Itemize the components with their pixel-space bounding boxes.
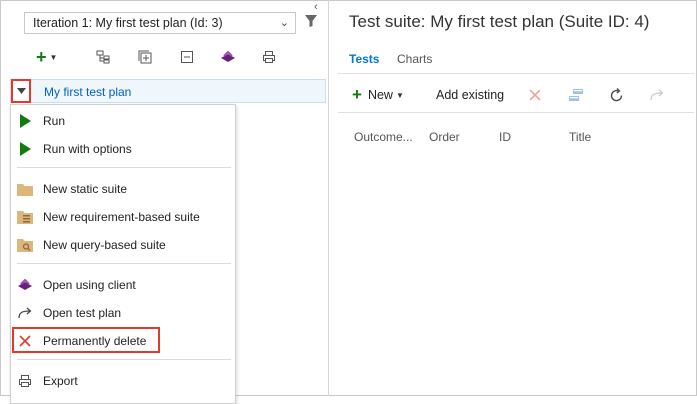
iteration-select-value: Iteration 1: My first test plan (Id: 3) — [33, 16, 223, 30]
caret-down-icon: ▼ — [395, 90, 404, 100]
menu-item-new-query-suite[interactable]: New query-based suite — [11, 233, 235, 257]
left-pane: ‹ Iteration 1: My first test plan (Id: 3… — [0, 0, 328, 404]
requirement-suite-icon — [17, 209, 33, 225]
new-test-label: New — [367, 88, 393, 102]
assign-configurations-button[interactable] — [568, 84, 584, 106]
chevron-down-icon: ⌄ — [279, 17, 289, 29]
menu-separator — [17, 167, 231, 168]
menu-item-label: Run — [43, 114, 66, 128]
menu-item-label: New static suite — [43, 182, 128, 196]
menu-separator — [17, 359, 231, 360]
print-button[interactable] — [262, 46, 276, 68]
client-icon — [17, 277, 33, 293]
toolbar-divider — [338, 112, 694, 113]
tab-tests[interactable]: Tests — [349, 52, 379, 66]
menu-item-run-with-options[interactable]: Run with options — [11, 137, 235, 161]
menu-item-label: New query-based suite — [43, 238, 166, 252]
menu-item-label: Open using client — [43, 278, 136, 292]
open-client-button[interactable] — [220, 46, 236, 68]
remove-x-icon — [529, 89, 541, 101]
test-plan-label: My first test plan — [44, 85, 132, 99]
menu-item-label: Export — [43, 374, 78, 388]
column-header-order[interactable]: Order — [429, 130, 460, 144]
folder-icon — [17, 181, 33, 197]
menu-item-open-using-client[interactable]: Open using client — [11, 273, 235, 297]
menu-item-label: New requirement-based suite — [43, 210, 200, 224]
collapse-pane-icon[interactable]: ‹ — [314, 1, 318, 13]
new-suite-button[interactable]: + ▼ — [36, 46, 57, 68]
open-arrow-icon — [650, 89, 664, 101]
plus-box-icon — [138, 50, 152, 64]
column-header-outcome[interactable]: Outcome... — [354, 130, 413, 144]
client-icon — [221, 50, 235, 62]
menu-item-run[interactable]: Run — [11, 109, 235, 133]
page-title: Test suite: My first test plan (Suite ID… — [349, 12, 650, 31]
minus-box-icon — [181, 51, 193, 63]
caret-down-icon: ▼ — [49, 52, 58, 62]
remove-button[interactable] — [529, 84, 541, 106]
context-menu: Run Run with options New static suite Ne… — [10, 104, 236, 404]
query-suite-icon — [17, 237, 33, 253]
play-icon — [17, 141, 33, 157]
open-arrow-icon — [17, 305, 33, 321]
context-menu-toggle[interactable] — [11, 79, 31, 103]
new-test-button[interactable]: + New ▼ — [352, 84, 404, 106]
expand-all-button[interactable] — [96, 46, 110, 68]
plus-icon: + — [352, 85, 362, 104]
expand-button[interactable] — [138, 46, 152, 68]
play-icon — [17, 113, 33, 129]
column-header-title[interactable]: Title — [569, 130, 591, 144]
menu-item-open-test-plan[interactable]: Open test plan — [11, 301, 235, 325]
add-existing-button[interactable]: Add existing — [436, 84, 504, 106]
tree-expand-icon — [96, 50, 110, 64]
iteration-select[interactable]: Iteration 1: My first test plan (Id: 3) … — [24, 12, 296, 34]
menu-item-label: Run with options — [43, 142, 132, 156]
tree-row-test-plan[interactable]: My first test plan — [10, 79, 326, 103]
refresh-button[interactable] — [609, 84, 624, 106]
menu-separator — [17, 263, 231, 264]
column-header-id[interactable]: ID — [499, 130, 511, 144]
pane-divider[interactable] — [328, 0, 329, 396]
menu-item-new-requirement-suite[interactable]: New requirement-based suite — [11, 205, 235, 229]
configuration-icon — [569, 89, 583, 101]
tab-charts[interactable]: Charts — [397, 52, 432, 66]
print-icon — [17, 373, 33, 389]
open-in-client-button[interactable] — [650, 84, 664, 106]
menu-item-new-static-suite[interactable]: New static suite — [11, 177, 235, 201]
collapse-button[interactable] — [180, 46, 194, 68]
caret-down-icon — [16, 88, 26, 94]
delete-highlight-box — [12, 327, 160, 353]
menu-item-label: Open test plan — [43, 306, 122, 320]
refresh-icon — [610, 87, 623, 101]
add-existing-label: Add existing — [436, 88, 505, 102]
menu-item-export[interactable]: Export — [11, 369, 235, 393]
plus-icon: + — [36, 47, 47, 67]
print-icon — [263, 51, 275, 63]
tab-divider — [338, 73, 694, 74]
filter-icon[interactable] — [304, 14, 318, 31]
